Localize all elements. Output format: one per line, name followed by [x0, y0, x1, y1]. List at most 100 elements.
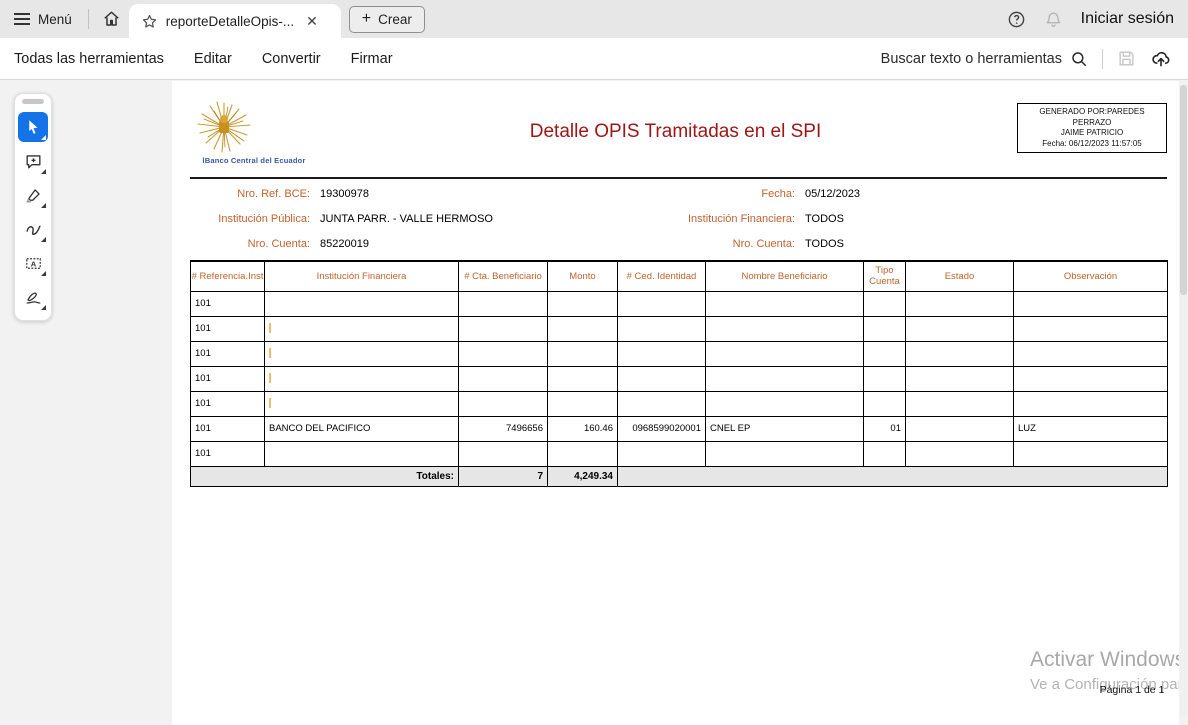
table-cell: LUZ [1014, 416, 1168, 441]
create-button[interactable]: + Crear [349, 6, 425, 33]
table-row: 101 [191, 316, 1168, 341]
table-header-cell: # Referencia.Inst [191, 261, 265, 291]
redacted-mark [269, 398, 271, 408]
table-cell [265, 391, 459, 416]
toolbar-menu: Todas las herramientas Editar Convertir … [0, 51, 393, 67]
select-tool-button[interactable] [18, 112, 48, 142]
table-cell [864, 316, 906, 341]
tab-close-icon[interactable]: ✕ [306, 13, 318, 30]
pdf-page: lBanco Central del Ecuador Detalle OPIS … [172, 81, 1179, 725]
totals-label: Totales: [191, 466, 459, 486]
field-label: Institución Pública: [190, 213, 310, 225]
document-tab[interactable]: reporteDetalleOpis-... ✕ [129, 4, 341, 38]
dropdown-corner [41, 169, 46, 174]
field-label: Fecha: [602, 188, 795, 200]
palette-drag-handle[interactable] [22, 99, 44, 104]
table-cell [459, 366, 548, 391]
table-cell [864, 341, 906, 366]
field-value: 85220019 [320, 238, 369, 250]
report-fields-left: Nro. Ref. BCE:19300978 Institución Públi… [190, 188, 493, 263]
table-cell [618, 341, 706, 366]
table-cell: 101 [191, 391, 265, 416]
table-row: 101 [191, 341, 1168, 366]
table-cell [548, 391, 618, 416]
generated-by-date: Fecha: 06/12/2023 11:57:05 [1020, 139, 1164, 150]
cursor-arrow-icon [24, 118, 42, 136]
redacted-mark [269, 323, 271, 333]
table-header-cell: Monto [548, 261, 618, 291]
sign-in-button[interactable]: Iniciar sesión [1081, 10, 1174, 28]
menu-item-sign[interactable]: Firmar [351, 51, 393, 67]
opis-detail-table: # Referencia.InstInstitución Financiera#… [190, 260, 1168, 487]
vertical-scrollbar[interactable] [1180, 85, 1187, 717]
draw-squiggle-icon [24, 220, 43, 239]
table-cell: 101 [191, 366, 265, 391]
table-cell [618, 391, 706, 416]
fill-sign-tool-button[interactable] [18, 282, 48, 312]
field-label: Nro. Cuenta: [602, 238, 795, 250]
totals-empty [618, 466, 1168, 486]
table-cell [906, 341, 1014, 366]
table-cell [618, 291, 706, 316]
share-upload-icon[interactable] [1150, 49, 1172, 69]
table-cell [706, 366, 864, 391]
table-cell [618, 441, 706, 466]
field-label: Nro. Ref. BCE: [190, 188, 310, 200]
table-cell [706, 441, 864, 466]
divider [88, 9, 89, 29]
report-fields-right: Fecha: 05/12/2023 Institución Financiera:… [602, 188, 860, 263]
help-icon[interactable] [1007, 10, 1026, 29]
field-value: JUNTA PARR. - VALLE HERMOSO [320, 213, 493, 225]
table-cell [548, 441, 618, 466]
save-icon[interactable] [1117, 49, 1136, 68]
app-titlebar: Menú reporteDetalleOpis-... ✕ + Crear In… [0, 0, 1188, 38]
redacted-mark [269, 348, 271, 358]
table-cell [1014, 316, 1168, 341]
table-row: 101 [191, 391, 1168, 416]
table-header-cell: Nombre Beneficiario [706, 261, 864, 291]
highlight-tool-button[interactable] [18, 180, 48, 210]
table-cell [864, 441, 906, 466]
svg-text:A: A [30, 259, 36, 268]
table-cell: 101 [191, 416, 265, 441]
search-button[interactable]: Buscar texto o herramientas [881, 50, 1088, 68]
draw-tool-button[interactable] [18, 214, 48, 244]
comment-tool-button[interactable] [18, 146, 48, 176]
table-cell: 7496656 [459, 416, 548, 441]
menu-item-all-tools[interactable]: Todas las herramientas [14, 51, 164, 67]
menu-item-convert[interactable]: Convertir [262, 51, 321, 67]
field-label: Institución Financiera: [602, 213, 795, 225]
scrollbar-thumb[interactable] [1180, 85, 1187, 295]
star-icon[interactable] [141, 13, 158, 30]
table-row: 101BANCO DEL PACIFICO7496656160.46096859… [191, 416, 1168, 441]
notifications-bell-icon[interactable] [1044, 10, 1063, 29]
table-cell: 0968599020001 [618, 416, 706, 441]
table-header-cell: # Ced. Identidad [618, 261, 706, 291]
highlighter-icon [24, 186, 43, 205]
table-header-cell: Tipo Cuenta [864, 261, 906, 291]
menu-button[interactable]: Menú [0, 0, 82, 38]
activate-windows-watermark: Activar Windows [1030, 648, 1179, 672]
table-cell [1014, 341, 1168, 366]
table-cell [265, 316, 459, 341]
menu-item-edit[interactable]: Editar [194, 51, 232, 67]
header-rule [190, 177, 1167, 179]
table-cell [706, 341, 864, 366]
table-row: 101 [191, 291, 1168, 316]
table-cell: 101 [191, 441, 265, 466]
table-cell [548, 316, 618, 341]
table-cell [265, 366, 459, 391]
table-cell [906, 441, 1014, 466]
table-cell [864, 291, 906, 316]
table-cell [906, 291, 1014, 316]
home-button[interactable] [95, 4, 129, 34]
table-cell: 101 [191, 316, 265, 341]
table-totals-row: Totales: 7 4,249.34 [191, 466, 1168, 486]
totals-amount: 4,249.34 [548, 466, 618, 486]
table-cell [706, 316, 864, 341]
field-value: 05/12/2023 [805, 188, 860, 200]
table-header-cell: # Cta. Beneficiario [459, 261, 548, 291]
select-text-tool-button[interactable]: A [18, 248, 48, 278]
redacted-mark [269, 373, 271, 383]
page-indicator: Página 1 de 1 [1052, 684, 1179, 696]
